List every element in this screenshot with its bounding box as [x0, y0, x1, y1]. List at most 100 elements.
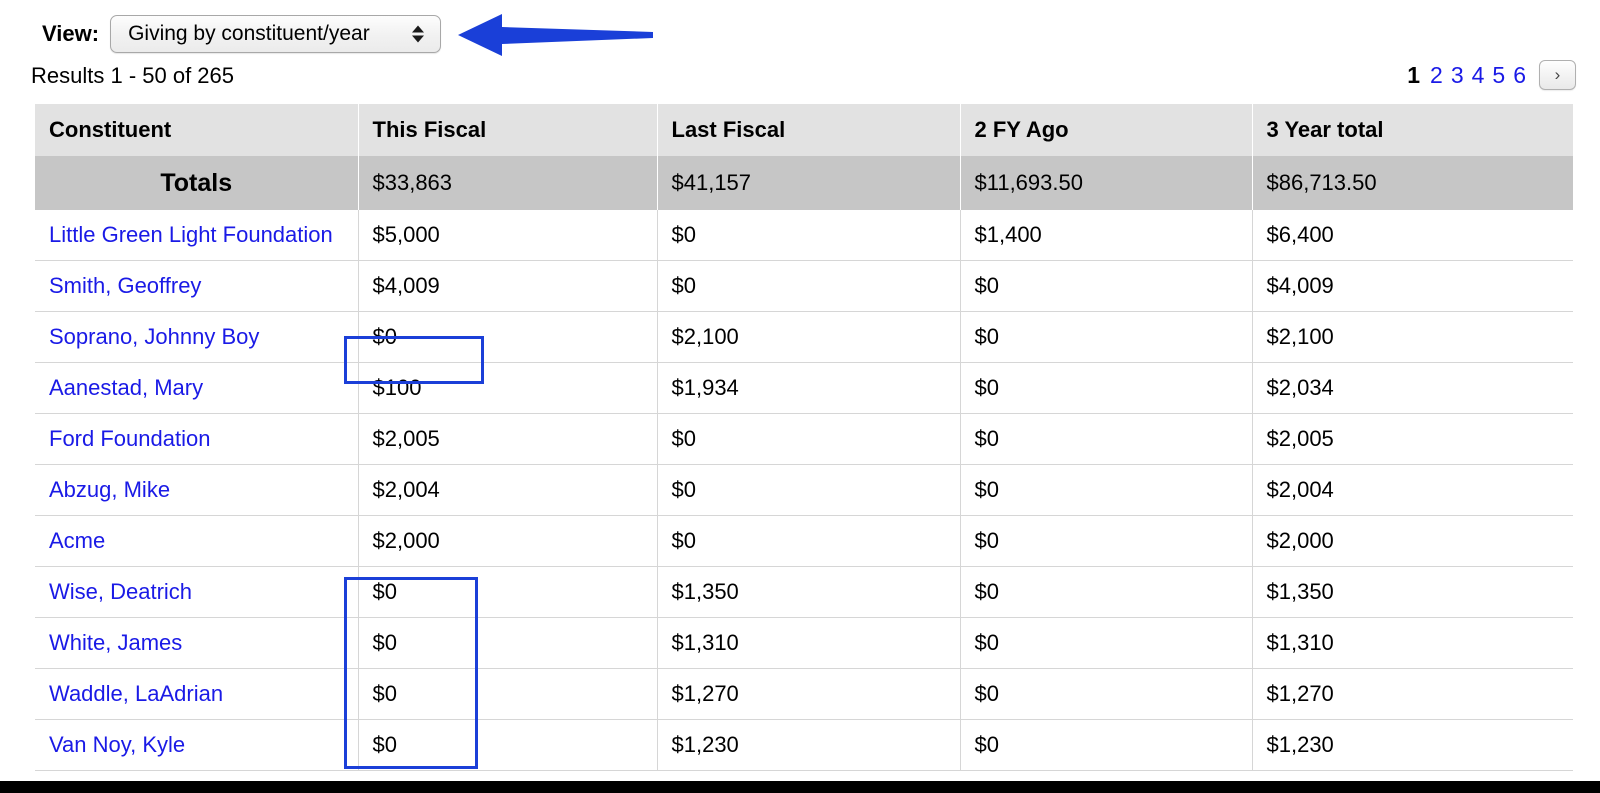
- page-link-6[interactable]: 6: [1509, 62, 1530, 89]
- cell-this-fiscal: $5,000: [358, 210, 658, 261]
- cell-this-fiscal: $0: [358, 719, 658, 771]
- up-down-stepper-icon: [412, 25, 425, 43]
- cell-3-year-total: $1,270: [1252, 668, 1573, 720]
- left-pointing-arrow-icon: [458, 14, 653, 56]
- cell-last-fiscal: $1,230: [657, 719, 961, 771]
- cell-this-fiscal: $100: [358, 362, 658, 414]
- constituent-link[interactable]: White, James: [49, 630, 182, 655]
- view-selector-bar: View: Giving by constituent/year: [42, 14, 442, 54]
- cell-3-year-total: $2,004: [1252, 464, 1573, 516]
- constituent-name-cell: Abzug, Mike: [35, 464, 359, 516]
- constituent-link[interactable]: Little Green Light Foundation: [49, 222, 333, 247]
- constituent-link[interactable]: Wise, Deatrich: [49, 579, 192, 604]
- cell-last-fiscal: $0: [657, 413, 961, 465]
- totals-last-fiscal: $41,157: [657, 156, 961, 210]
- cell-3-year-total: $2,100: [1252, 311, 1573, 363]
- cell-last-fiscal: $1,934: [657, 362, 961, 414]
- totals-2-fy-ago: $11,693.50: [960, 156, 1253, 210]
- cell-3-year-total: $2,034: [1252, 362, 1573, 414]
- constituent-link[interactable]: Abzug, Mike: [49, 477, 170, 502]
- constituent-link[interactable]: Waddle, LaAdrian: [49, 681, 223, 706]
- page-link-5[interactable]: 5: [1488, 62, 1509, 89]
- table-row: Ford Foundation $2,005 $0 $0 $2,005: [35, 413, 1573, 465]
- pagination: 1 2 3 4 5 6 ›: [1403, 60, 1576, 90]
- cell-3-year-total: $6,400: [1252, 210, 1573, 261]
- view-select[interactable]: Giving by constituent/year: [110, 15, 442, 53]
- table-row: Smith, Geoffrey $4,009 $0 $0 $4,009: [35, 260, 1573, 312]
- cell-this-fiscal: $0: [358, 617, 658, 669]
- page-link-3[interactable]: 3: [1447, 62, 1468, 89]
- table-row: White, James $0 $1,310 $0 $1,310: [35, 617, 1573, 669]
- column-header-2-fy-ago[interactable]: 2 FY Ago: [960, 104, 1253, 156]
- constituent-name-cell: Soprano, Johnny Boy: [35, 311, 359, 363]
- table-header-row: Constituent This Fiscal Last Fiscal 2 FY…: [35, 104, 1573, 156]
- table-row: Little Green Light Foundation $5,000 $0 …: [35, 210, 1573, 261]
- page-link-4[interactable]: 4: [1468, 62, 1489, 89]
- table-row: Abzug, Mike $2,004 $0 $0 $2,004: [35, 464, 1573, 516]
- cell-last-fiscal: $2,100: [657, 311, 961, 363]
- constituent-name-cell: Wise, Deatrich: [35, 566, 359, 618]
- constituent-link[interactable]: Smith, Geoffrey: [49, 273, 201, 298]
- cell-3-year-total: $2,000: [1252, 515, 1573, 567]
- constituent-name-cell: Smith, Geoffrey: [35, 260, 359, 312]
- cell-this-fiscal: $2,000: [358, 515, 658, 567]
- cell-3-year-total: $1,230: [1252, 719, 1573, 771]
- totals-row: Totals $33,863 $41,157 $11,693.50 $86,71…: [35, 156, 1573, 210]
- cell-this-fiscal: $2,004: [358, 464, 658, 516]
- column-header-3-year-total[interactable]: 3 Year total: [1252, 104, 1573, 156]
- constituent-name-cell: Acme: [35, 515, 359, 567]
- constituent-link[interactable]: Aanestad, Mary: [49, 375, 203, 400]
- cell-last-fiscal: $1,350: [657, 566, 961, 618]
- table-row: Aanestad, Mary $100 $1,934 $0 $2,034: [35, 362, 1573, 414]
- cell-this-fiscal: $4,009: [358, 260, 658, 312]
- cell-last-fiscal: $1,270: [657, 668, 961, 720]
- constituent-link[interactable]: Soprano, Johnny Boy: [49, 324, 259, 349]
- cell-3-year-total: $4,009: [1252, 260, 1573, 312]
- cell-last-fiscal: $0: [657, 515, 961, 567]
- cell-2-fy-ago: $0: [960, 515, 1253, 567]
- page-link-1[interactable]: 1: [1403, 62, 1426, 89]
- next-page-button[interactable]: ›: [1539, 60, 1576, 90]
- constituent-name-cell: Ford Foundation: [35, 413, 359, 465]
- giving-table: Constituent This Fiscal Last Fiscal 2 FY…: [35, 104, 1573, 771]
- table-row: Wise, Deatrich $0 $1,350 $0 $1,350: [35, 566, 1573, 618]
- cell-last-fiscal: $1,310: [657, 617, 961, 669]
- constituent-link[interactable]: Acme: [49, 528, 105, 553]
- totals-3-year-total: $86,713.50: [1252, 156, 1573, 210]
- bottom-edge-bar: [0, 781, 1600, 793]
- table-row: Van Noy, Kyle $0 $1,230 $0 $1,230: [35, 719, 1573, 771]
- cell-3-year-total: $2,005: [1252, 413, 1573, 465]
- cell-last-fiscal: $0: [657, 464, 961, 516]
- cell-this-fiscal: $2,005: [358, 413, 658, 465]
- cell-last-fiscal: $0: [657, 260, 961, 312]
- cell-2-fy-ago: $1,400: [960, 210, 1253, 261]
- column-header-last-fiscal[interactable]: Last Fiscal: [657, 104, 961, 156]
- column-header-this-fiscal[interactable]: This Fiscal: [358, 104, 658, 156]
- constituent-name-cell: Waddle, LaAdrian: [35, 668, 359, 720]
- cell-this-fiscal: $0: [358, 311, 658, 363]
- constituent-name-cell: White, James: [35, 617, 359, 669]
- constituent-name-cell: Aanestad, Mary: [35, 362, 359, 414]
- giving-report-page: View: Giving by constituent/year Results…: [0, 0, 1600, 793]
- cell-last-fiscal: $0: [657, 210, 961, 261]
- table-row: Acme $2,000 $0 $0 $2,000: [35, 515, 1573, 567]
- column-header-constituent[interactable]: Constituent: [35, 104, 359, 156]
- results-summary: Results 1 - 50 of 265: [31, 63, 235, 88]
- view-select-value: Giving by constituent/year: [128, 22, 370, 45]
- page-link-2[interactable]: 2: [1426, 62, 1447, 89]
- totals-label: Totals: [35, 156, 359, 210]
- constituent-link[interactable]: Van Noy, Kyle: [49, 732, 185, 757]
- constituent-link[interactable]: Ford Foundation: [49, 426, 210, 451]
- constituent-name-cell: Van Noy, Kyle: [35, 719, 359, 771]
- cell-2-fy-ago: $0: [960, 719, 1253, 771]
- cell-this-fiscal: $0: [358, 566, 658, 618]
- cell-2-fy-ago: $0: [960, 668, 1253, 720]
- table-row: Waddle, LaAdrian $0 $1,270 $0 $1,270: [35, 668, 1573, 720]
- cell-2-fy-ago: $0: [960, 566, 1253, 618]
- cell-2-fy-ago: $0: [960, 311, 1253, 363]
- totals-this-fiscal: $33,863: [358, 156, 658, 210]
- cell-2-fy-ago: $0: [960, 464, 1253, 516]
- cell-2-fy-ago: $0: [960, 260, 1253, 312]
- giving-table-container: Constituent This Fiscal Last Fiscal 2 FY…: [35, 104, 1573, 771]
- constituent-name-cell: Little Green Light Foundation: [35, 210, 359, 261]
